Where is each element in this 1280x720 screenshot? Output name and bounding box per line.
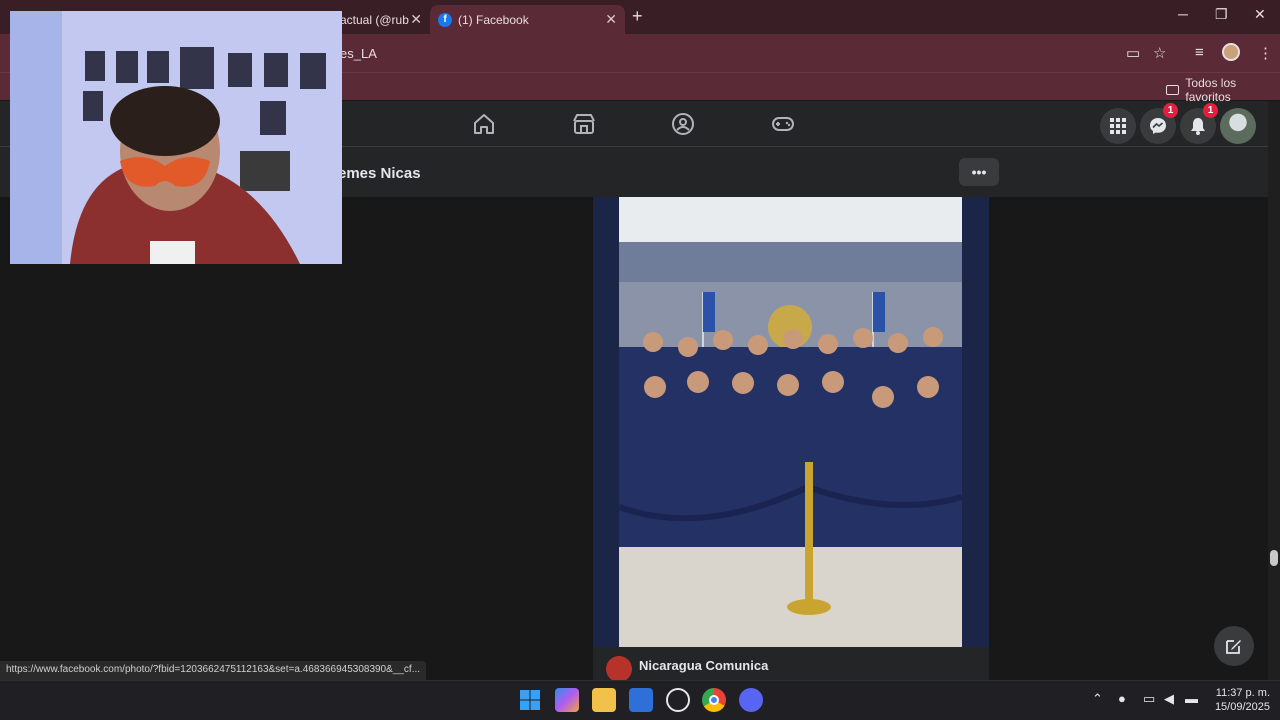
tab-close-icon[interactable]: ✕ — [410, 11, 422, 28]
facebook-favicon-icon: f — [438, 12, 452, 27]
post-author-name[interactable]: Nicaragua Comunica — [639, 658, 768, 673]
gaming-icon[interactable] — [771, 112, 795, 136]
marketplace-icon[interactable] — [572, 112, 596, 136]
post-author-avatar[interactable] — [606, 656, 632, 682]
browser-menu-icon[interactable]: ⋮ — [1258, 44, 1273, 62]
microphone-icon[interactable]: ● — [1118, 691, 1126, 706]
grid-menu-icon[interactable] — [1100, 108, 1136, 144]
link-status-url: https://www.facebook.com/photo/?fbid=120… — [0, 661, 427, 680]
clock-time: 11:37 p. m. — [1215, 687, 1270, 699]
home-icon[interactable] — [472, 112, 496, 136]
address-bar[interactable]: es_LA — [340, 46, 377, 61]
maximize-button[interactable]: ❐ — [1215, 6, 1228, 23]
tab-title: actual (@rub — [340, 12, 409, 27]
bookmark-star-icon[interactable]: ☆ — [1153, 44, 1166, 62]
account-avatar[interactable] — [1220, 108, 1256, 144]
close-window-button[interactable]: ✕ — [1254, 6, 1266, 23]
messenger-badge: 1 — [1163, 103, 1178, 118]
compose-icon — [1226, 640, 1241, 654]
windows-start-icon[interactable] — [518, 688, 542, 712]
group-name[interactable]: emes Nicas — [338, 165, 421, 182]
volume-icon[interactable]: ◀ — [1164, 691, 1174, 707]
discord-icon[interactable] — [739, 688, 763, 712]
battery-icon[interactable]: ▬ — [1185, 691, 1198, 706]
browser-tab-active[interactable]: f (1) Facebook ✕ — [430, 5, 625, 34]
store-icon[interactable] — [629, 688, 653, 712]
install-app-icon[interactable]: ▭ — [1126, 44, 1140, 62]
tab-close-icon[interactable]: ✕ — [605, 11, 617, 28]
page-scrollbar[interactable] — [1268, 101, 1280, 681]
file-explorer-icon[interactable] — [592, 688, 616, 712]
media-control-icon[interactable]: ≡ — [1195, 44, 1204, 61]
system-clock[interactable]: 11:37 p. m. 15/09/2025 — [1204, 686, 1270, 714]
notifications-badge: 1 — [1203, 103, 1218, 118]
new-tab-button[interactable]: + — [632, 6, 643, 27]
more-options-button[interactable]: ••• — [959, 158, 999, 186]
scrollbar-thumb[interactable] — [1270, 550, 1278, 566]
clock-date: 15/09/2025 — [1214, 701, 1270, 713]
post-photo[interactable] — [593, 197, 989, 647]
webcam-feed-image — [10, 11, 342, 264]
app-icon[interactable] — [666, 688, 690, 712]
copilot-icon[interactable] — [555, 688, 579, 712]
folder-icon — [1166, 85, 1180, 95]
chevron-up-icon[interactable]: ⌃ — [1092, 691, 1103, 707]
browser-profile-avatar[interactable] — [1222, 43, 1240, 61]
bookmarks-folder-label: Todos los favoritos — [1185, 76, 1237, 104]
team-photo-image — [593, 197, 989, 647]
bookmarks-folder[interactable]: Todos los favoritos — [1166, 76, 1280, 104]
new-message-button[interactable] — [1214, 626, 1254, 666]
webcam-overlay — [10, 11, 342, 264]
network-icon[interactable]: ▭ — [1143, 691, 1155, 707]
minimize-button[interactable]: ─ — [1178, 6, 1188, 22]
groups-icon[interactable] — [671, 112, 695, 136]
chrome-icon[interactable] — [702, 688, 726, 712]
browser-tab[interactable]: actual (@rub ✕ — [330, 5, 430, 34]
tab-title: (1) Facebook — [458, 12, 529, 27]
